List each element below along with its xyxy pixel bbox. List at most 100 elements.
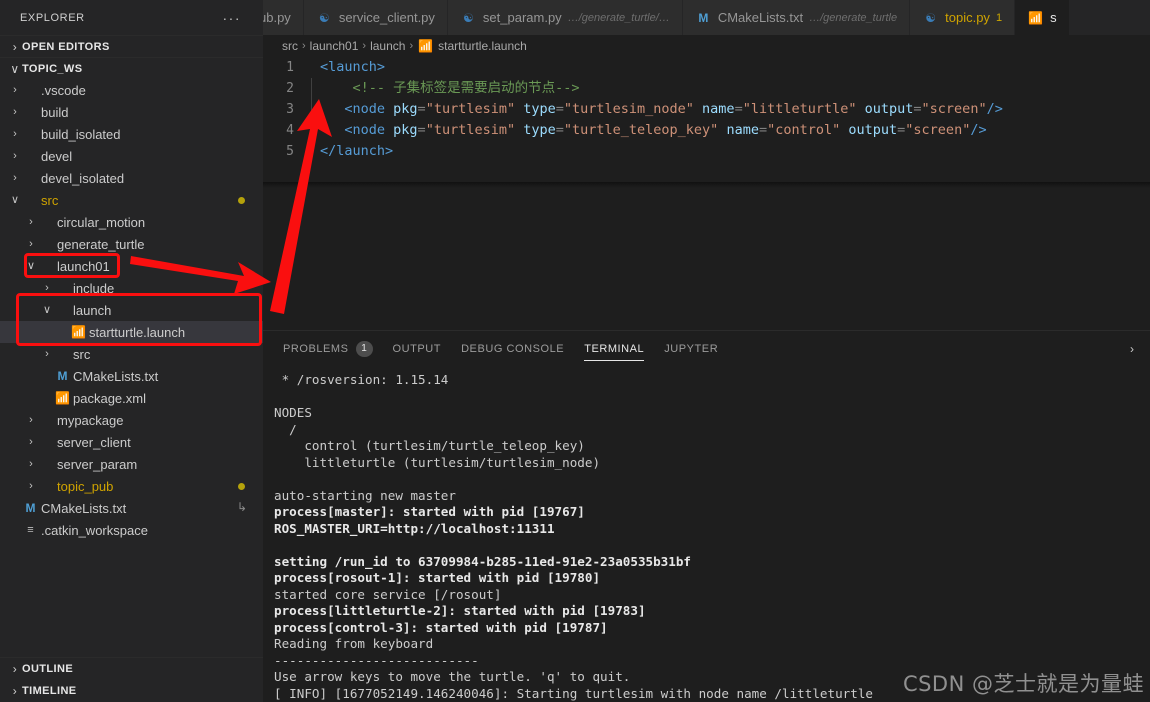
panel-tab-badge: 1 (355, 340, 373, 357)
editor-tab-service-client-py[interactable]: ☯ service_client.py (303, 0, 448, 35)
tree-item-topic-pub[interactable]: › topic_pub (0, 475, 263, 497)
editor-tab-ub-py[interactable]: ub.py (263, 0, 304, 35)
tree-item-label: devel_isolated (41, 170, 125, 186)
tree-item-src[interactable]: › src (0, 343, 263, 365)
explorer-title: EXPLORER (20, 11, 85, 24)
python-icon: ☯ (463, 10, 474, 25)
tree-item-startturtle-launch[interactable]: ·📶startturtle.launch (0, 321, 263, 343)
section-open-editors[interactable]: › OPEN EDITORS (0, 35, 263, 57)
chevron-right-icon: › (12, 662, 18, 676)
chevron-right-icon: · (40, 371, 54, 382)
breadcrumb-part[interactable]: launch (370, 39, 405, 53)
chevron-down-icon: ∨ (10, 193, 20, 206)
panel-tab-bar: PROBLEMS 1 OUTPUT DEBUG CONSOLE TERMINAL JUPY… (263, 331, 1150, 366)
tree-item-server-param[interactable]: › server_param (0, 453, 263, 475)
breadcrumb: src › launch01 › launch › 📶 startturtle.launch (263, 35, 1150, 57)
panel-tab-jupyter[interactable]: JUPYTER (664, 331, 718, 366)
panel-tab-debug-console[interactable]: DEBUG CONSOLE (461, 331, 564, 366)
tree-item-include[interactable]: › include (0, 277, 263, 299)
tree-item-label: generate_turtle (57, 236, 145, 252)
panel-tab-problems[interactable]: PROBLEMS 1 (283, 331, 373, 366)
code-line: 4 <node pkg="turtlesim" type="turtle_tel… (263, 120, 1150, 141)
tree-item-launch01[interactable]: ∨ launch01 (0, 255, 263, 277)
tree-item-cmakelists-txt[interactable]: ·M CMakeLists.txt ↳ (0, 497, 263, 519)
breadcrumb-file[interactable]: startturtle.launch (438, 39, 527, 53)
chevron-right-icon: · (56, 327, 70, 338)
terminal-output[interactable]: * /rosversion: 1.15.14 NODES / control (… (263, 366, 1150, 702)
tree-item-devel[interactable]: › devel (0, 145, 263, 167)
tab-label: CMakeLists.txt (717, 10, 804, 25)
tree-item-build[interactable]: › build (0, 101, 263, 123)
terminal-line: / (274, 421, 297, 437)
terminal-line: NODES (274, 405, 312, 420)
more-actions-icon[interactable]: ··· (223, 10, 256, 26)
chevron-down-icon: ∨ (10, 61, 20, 76)
terminal-line: * /rosversion: 1.15.14 (274, 372, 449, 387)
code-line: 3 <node pkg="turtlesim" type="turtlesim_… (263, 99, 1150, 120)
git-indicator: ↳ (236, 500, 247, 514)
tree-item-vscode[interactable]: › .vscode (0, 79, 263, 101)
tree-item-label: CMakeLists.txt (73, 368, 159, 384)
editor-tab-cmakelists-txt[interactable]: M CMakeLists.txt …/generate_turtle (682, 0, 911, 35)
tree-item-launch[interactable]: ∨ launch (0, 299, 263, 321)
code-line: 5 </launch> (263, 141, 1150, 162)
xml-icon: 📶 (1028, 10, 1044, 25)
tree-item-cmakelists-txt[interactable]: ·M CMakeLists.txt (0, 365, 263, 387)
tab-label: topic.py (945, 10, 990, 25)
terminal-line: littleturtle (turtlesim/turtlesim_node) (274, 454, 601, 470)
panel-tab-label: JUPYTER (664, 342, 719, 355)
chevron-right-icon: · (8, 503, 22, 514)
chevron-down-icon: ∨ (42, 303, 52, 316)
editor-tab-set-param-py[interactable]: ☯ set_param.py …/generate_turtle/… (447, 0, 683, 35)
tree-item-server-client[interactable]: › server_client (0, 431, 263, 453)
tree-item-label: launch (73, 302, 112, 318)
tree-item-mypackage[interactable]: › mypackage (0, 409, 263, 431)
code-line: 1 <launch> (263, 57, 1150, 78)
tab-path: …/generate_turtle (809, 11, 898, 24)
explorer-sidebar: EXPLORER ··· › OPEN EDITORS ∨ TOPIC_WS ›… (0, 0, 263, 702)
tree-item-label: mypackage (57, 412, 124, 428)
tree-item-label: launch01 (57, 258, 110, 274)
editor-tab-topic-py[interactable]: ☯ topic.py 1 (910, 0, 1016, 35)
maximize-panel-icon[interactable]: › (1122, 339, 1142, 359)
line-number: 2 (286, 81, 294, 96)
section-timeline[interactable]: › TIMELINE (0, 680, 263, 702)
section-outline[interactable]: › OUTLINE (0, 658, 263, 680)
panel-tab-label: PROBLEMS (283, 342, 349, 355)
tree-item-circular-motion[interactable]: › circular_motion (0, 211, 263, 233)
terminal-line: auto-starting new master (274, 487, 456, 503)
breadcrumb-part[interactable]: src (282, 39, 298, 53)
code-editor[interactable]: 1 <launch> 2 <!-- 子集标签是需要启动的节点--> 3 <node p… (263, 57, 1150, 330)
tree-item-label: build (41, 104, 69, 120)
breadcrumb-separator-icon: › (409, 40, 414, 52)
chevron-right-icon: › (45, 347, 49, 360)
tree-item-generate-turtle[interactable]: › generate_turtle (0, 233, 263, 255)
tree-item-package-xml[interactable]: ·📶package.xml (0, 387, 263, 409)
tree-item-build-isolated[interactable]: › build_isolated (0, 123, 263, 145)
chevron-right-icon: › (29, 457, 33, 470)
chevron-right-icon: › (13, 105, 17, 118)
panel-tab-terminal[interactable]: TERMINAL (584, 331, 645, 366)
tree-item-label: circular_motion (57, 214, 146, 230)
section-timeline-label: TIMELINE (22, 685, 77, 697)
section-workspace-label: TOPIC_WS (22, 62, 83, 75)
cmake-icon: M (57, 369, 68, 383)
tree-item-catkin-workspace[interactable]: · ≡ .catkin_workspace (0, 519, 263, 541)
terminal-line: process[rosout-1]: started with pid [197… (274, 570, 601, 585)
line-number: 5 (286, 144, 294, 159)
tree-item-label: src (41, 192, 59, 208)
breadcrumb-part[interactable]: launch01 (310, 39, 359, 53)
tree-item-src[interactable]: ∨ src (0, 189, 263, 211)
terminal-line: started core service [/rosout] (274, 586, 502, 602)
section-workspace[interactable]: ∨ TOPIC_WS (0, 57, 263, 79)
tree-item-label: .catkin_workspace (41, 522, 148, 538)
line-number: 1 (286, 60, 294, 75)
modified-dot (238, 197, 245, 204)
editor-tab-bar: ub.py ☯ service_client.py ☯ set_param.py …/ge… (263, 0, 1150, 35)
panel-tab-label: OUTPUT (392, 342, 442, 355)
section-open-editors-label: OPEN EDITORS (22, 40, 110, 53)
panel-tab-output[interactable]: OUTPUT (393, 331, 442, 366)
editor-tab-s[interactable]: 📶 s (1015, 0, 1070, 35)
tree-item-devel-isolated[interactable]: › devel_isolated (0, 167, 263, 189)
